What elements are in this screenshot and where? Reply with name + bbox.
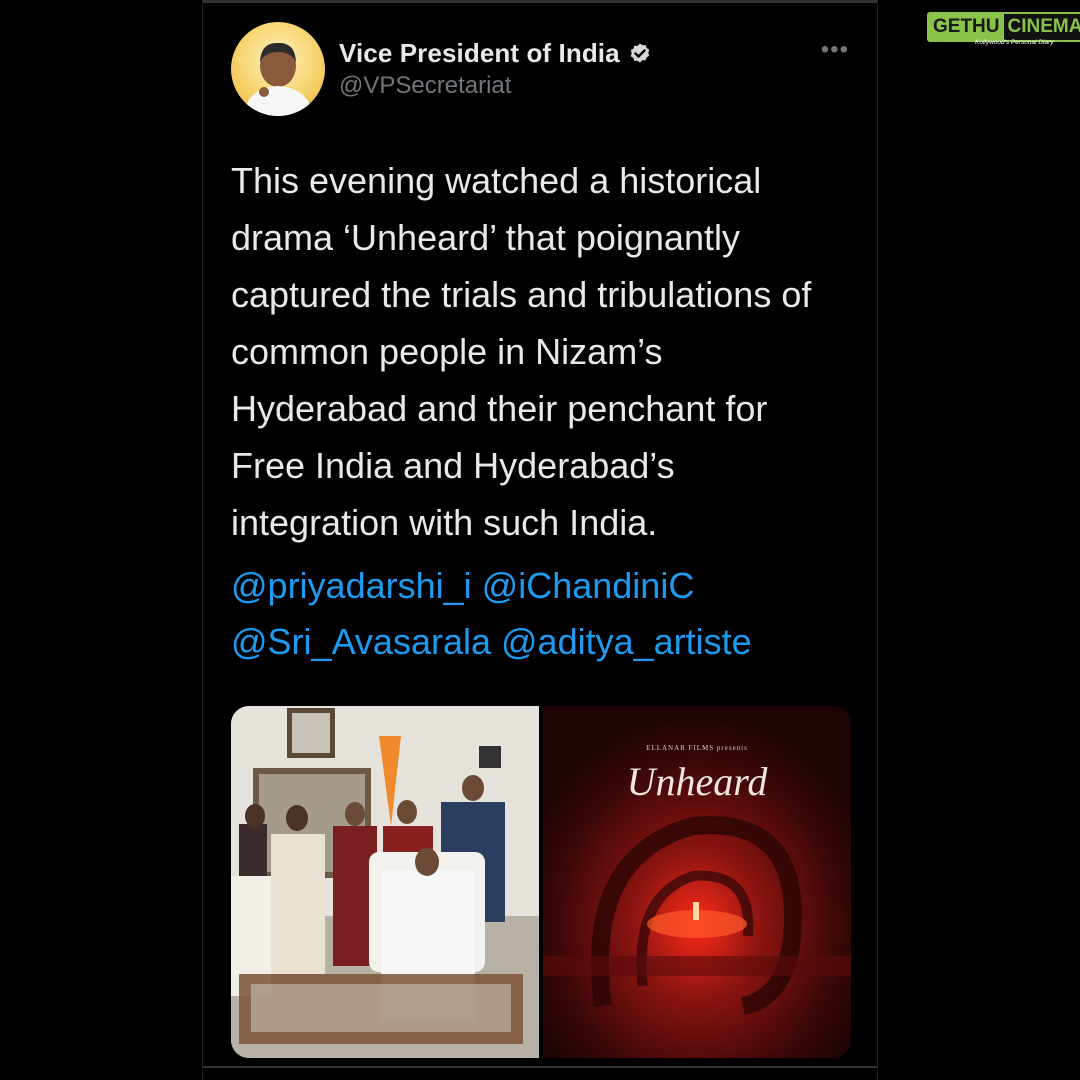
watermark-part1: GETHU: [929, 14, 1004, 40]
watermark-part2: CINEMA: [1003, 14, 1080, 40]
watermark-logo: GETHU CINEMA: [927, 12, 1080, 42]
bottom-divider: [203, 1066, 877, 1068]
poster-caption: ELLANAR FILMS presents: [646, 744, 748, 752]
group-photo-image: [231, 706, 539, 1058]
tweet-mentions: @priyadarshi_i @iChandiniC @Sri_Avasaral…: [231, 558, 861, 670]
verified-badge-icon: [630, 43, 649, 62]
more-options-icon[interactable]: •••: [821, 38, 849, 62]
avatar[interactable]: [231, 22, 325, 116]
top-divider: [203, 0, 877, 3]
mention-link[interactable]: @iChandiniC: [482, 565, 695, 606]
tweet-media-grid: ELLANAR FILMS presents Unheard: [231, 706, 851, 1058]
movie-poster[interactable]: ELLANAR FILMS presents Unheard: [543, 706, 851, 1058]
tweet-card: Vice President of India @VPSecretariat •…: [202, 0, 878, 1080]
mention-link[interactable]: @priyadarshi_i: [231, 565, 472, 606]
mention-link[interactable]: @aditya_artiste: [501, 621, 752, 662]
tweet-text: This evening watched a historical drama …: [231, 160, 812, 543]
avatar-portrait-icon: [243, 42, 313, 116]
mention-link[interactable]: @Sri_Avasarala: [231, 621, 491, 662]
group-photo[interactable]: [231, 706, 539, 1058]
account-name[interactable]: Vice President of India: [339, 38, 620, 69]
account-handle[interactable]: @VPSecretariat: [339, 72, 511, 100]
gethucinema-watermark: GETHU CINEMA Kollywood's Personal Diary: [927, 12, 1080, 46]
watermark-tagline: Kollywood's Personal Diary: [975, 39, 1054, 46]
poster-title: Unheard: [626, 759, 768, 804]
account-name-row: Vice President of India: [339, 38, 652, 69]
